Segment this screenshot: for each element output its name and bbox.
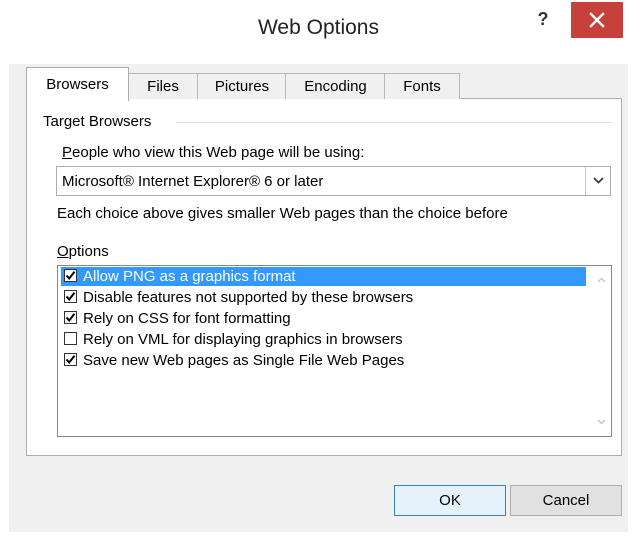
close-button[interactable]: [571, 2, 623, 38]
checkbox[interactable]: [64, 332, 77, 345]
options-list[interactable]: Allow PNG as a graphics format Disable f…: [57, 265, 612, 437]
cancel-button[interactable]: Cancel: [510, 485, 622, 516]
option-single-file[interactable]: Save new Web pages as Single File Web Pa…: [61, 351, 586, 370]
options-label: Options: [57, 243, 109, 260]
tab-fonts[interactable]: Fonts: [384, 73, 460, 99]
scroll-up-icon[interactable]: [597, 277, 606, 283]
option-allow-png[interactable]: Allow PNG as a graphics format: [61, 267, 586, 286]
help-button[interactable]: ?: [530, 6, 556, 32]
checkbox[interactable]: [64, 269, 77, 282]
check-icon: [65, 292, 76, 302]
dialog-footer: [9, 516, 628, 532]
option-label: Save new Web pages as Single File Web Pa…: [83, 352, 405, 369]
browsers-hint: Each choice above gives smaller Web page…: [57, 205, 508, 222]
dropdown-button[interactable]: [585, 167, 610, 195]
group-label-target-browsers: Target Browsers: [43, 113, 152, 130]
tab-browsers[interactable]: Browsers: [26, 67, 129, 101]
options-label-text: ptions: [68, 243, 109, 260]
check-icon: [65, 313, 76, 323]
tab-pictures[interactable]: Pictures: [197, 73, 287, 99]
close-icon: [589, 12, 605, 28]
accelerator-key: O: [57, 243, 69, 260]
check-icon: [65, 355, 76, 365]
title-bar: Web Options ?: [0, 0, 637, 64]
chevron-down-icon: [593, 177, 604, 184]
accelerator-key: P: [62, 144, 73, 161]
browsers-select-value: Microsoft® Internet Explorer® 6 or later: [62, 173, 324, 190]
tab-encoding[interactable]: Encoding: [285, 73, 386, 99]
checkbox[interactable]: [64, 353, 77, 366]
browsers-field-label-text: eople who view this Web page will be usi…: [72, 144, 365, 161]
option-rely-on-vml[interactable]: Rely on VML for displaying graphics in b…: [61, 330, 586, 349]
option-label: Allow PNG as a graphics format: [83, 268, 296, 285]
tab-files[interactable]: Files: [127, 73, 199, 99]
option-disable-features[interactable]: Disable features not supported by these …: [61, 288, 586, 307]
options-scrollbar[interactable]: [593, 267, 610, 435]
ok-button[interactable]: OK: [394, 485, 506, 516]
checkbox[interactable]: [64, 290, 77, 303]
group-divider: [176, 122, 612, 123]
option-rely-on-css[interactable]: Rely on CSS for font formatting: [61, 309, 586, 328]
browsers-select[interactable]: Microsoft® Internet Explorer® 6 or later: [56, 166, 611, 196]
checkbox[interactable]: [64, 311, 77, 324]
browsers-field-label: People who view this Web page will be us…: [62, 144, 364, 161]
option-label: Disable features not supported by these …: [83, 289, 414, 306]
option-label: Rely on VML for displaying graphics in b…: [83, 331, 403, 348]
check-icon: [65, 271, 76, 281]
scroll-down-icon[interactable]: [597, 419, 606, 425]
option-label: Rely on CSS for font formatting: [83, 310, 291, 327]
